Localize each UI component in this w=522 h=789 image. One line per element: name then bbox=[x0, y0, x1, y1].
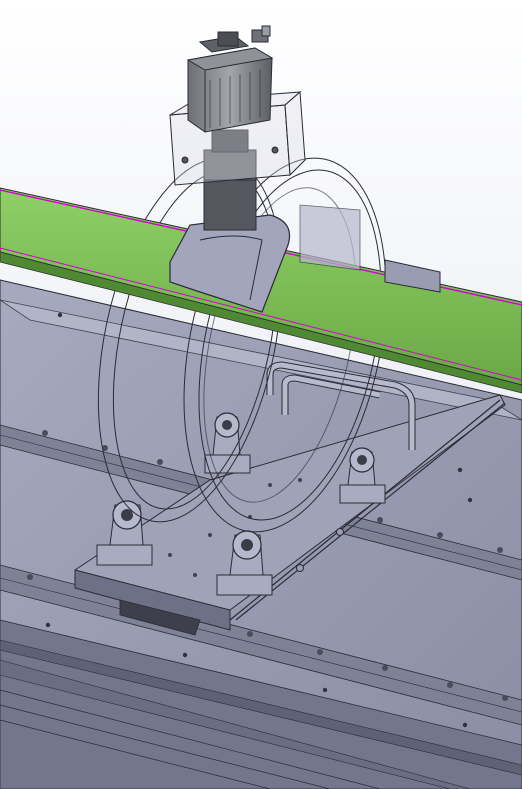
cad-viewport[interactable] bbox=[0, 0, 522, 789]
stepper-motor[interactable] bbox=[186, 25, 274, 133]
cad-scene bbox=[0, 0, 522, 789]
